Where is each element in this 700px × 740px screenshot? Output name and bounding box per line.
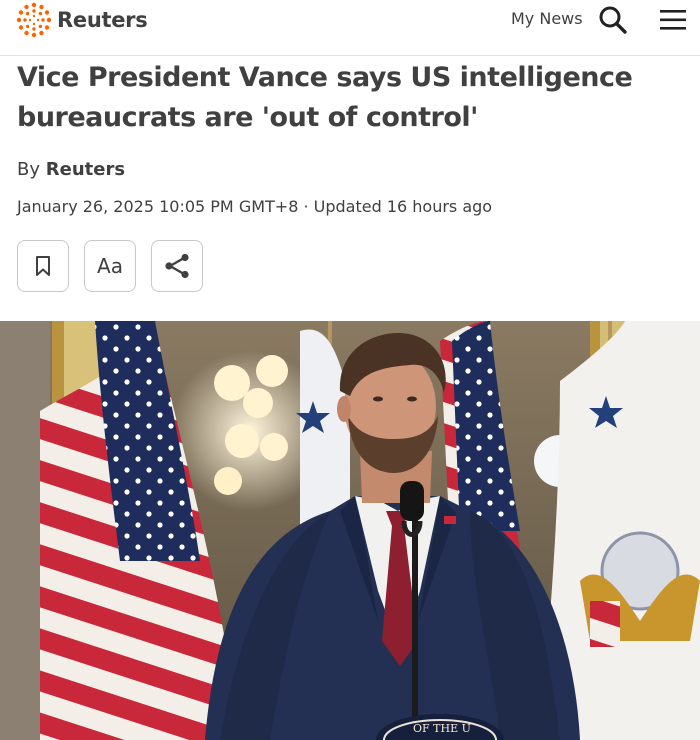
text-size-button[interactable]: Aa <box>84 240 136 292</box>
byline-prefix: By <box>17 159 41 180</box>
share-icon <box>165 253 189 279</box>
reuters-logo-icon <box>16 2 52 38</box>
text-size-label: Aa <box>97 254 123 278</box>
search-icon[interactable] <box>598 5 628 35</box>
bookmark-button[interactable] <box>17 240 69 292</box>
article-dateline: January 26, 2025 10:05 PM GMT+8 · Update… <box>17 197 493 216</box>
brand-name: Reuters <box>57 8 148 32</box>
podium-seal-text: OF THE U <box>413 722 471 735</box>
share-button[interactable] <box>151 240 203 292</box>
article-byline: By Reuters <box>17 159 125 180</box>
bookmark-icon <box>36 256 50 276</box>
byline-author-link[interactable]: Reuters <box>46 159 125 180</box>
reuters-logo[interactable]: Reuters <box>16 2 148 38</box>
article-lead-photo[interactable]: OF THE U <box>0 321 700 740</box>
my-news-link[interactable]: My News <box>511 9 583 28</box>
hamburger-menu-icon[interactable] <box>660 9 686 31</box>
article-headline: Vice President Vance says US intelligenc… <box>17 62 633 133</box>
site-header: Reuters My News <box>0 0 700 56</box>
